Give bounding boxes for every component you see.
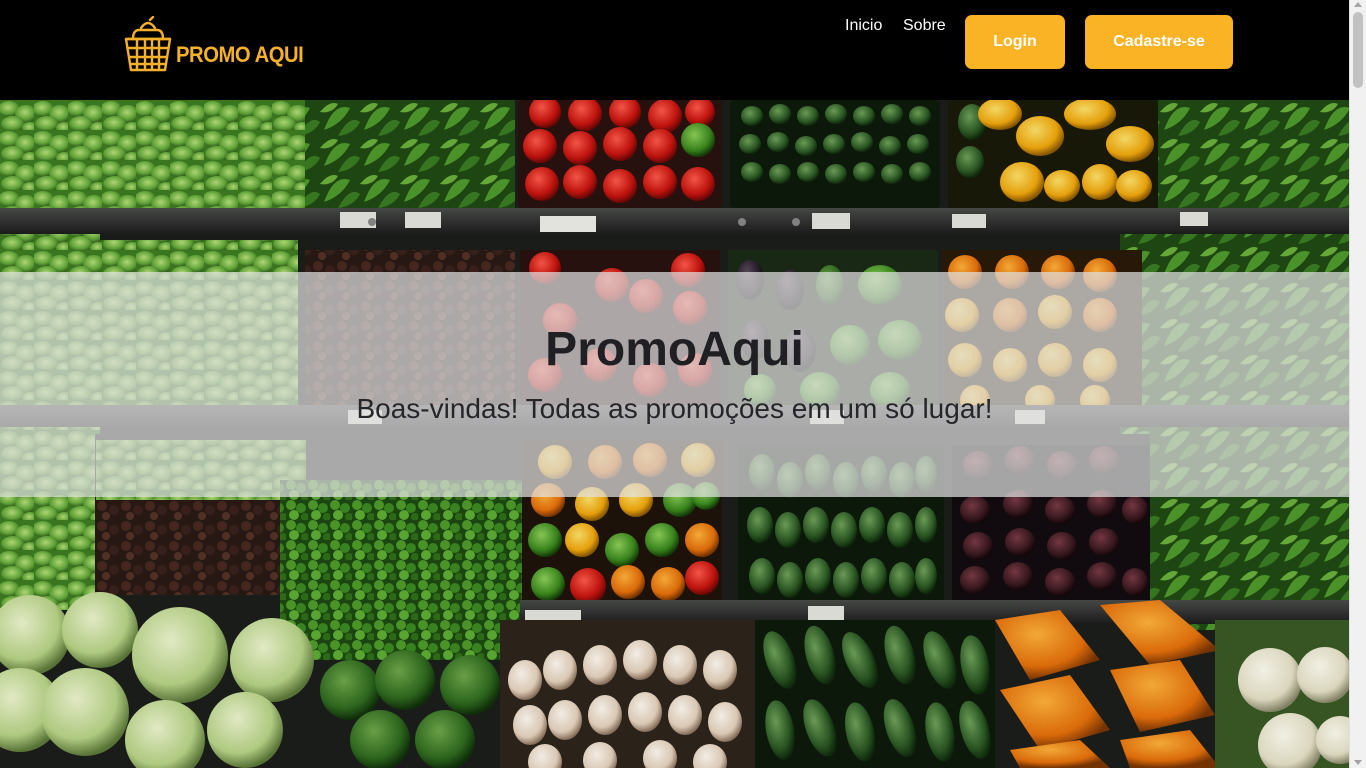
signup-button[interactable]: Cadastre-se <box>1085 15 1233 69</box>
scroll-up-arrow-icon[interactable] <box>1354 2 1362 7</box>
scrollbar-thumb[interactable] <box>1353 12 1363 88</box>
nav-link-sobre[interactable]: Sobre <box>903 17 946 35</box>
hero-title: PromoAqui <box>545 323 804 376</box>
page: PROMO AQUI Inicio Sobre Login Cadastre-s… <box>0 0 1349 768</box>
scroll-down-arrow-icon[interactable] <box>1354 760 1362 765</box>
top-navbar: PROMO AQUI Inicio Sobre Login Cadastre-s… <box>0 0 1349 100</box>
page-scrollbar[interactable] <box>1349 0 1366 768</box>
logo[interactable]: PROMO AQUI <box>123 16 314 72</box>
nav-link-inicio[interactable]: Inicio <box>845 17 882 35</box>
hero-subtitle: Boas-vindas! Todas as promoções em um só… <box>356 393 993 424</box>
shopping-basket-icon <box>124 16 172 72</box>
logo-text: PROMO AQUI <box>176 42 304 67</box>
hero-banner: PromoAqui Boas-vindas! Todas as promoçõe… <box>0 272 1349 497</box>
login-button[interactable]: Login <box>965 15 1065 69</box>
